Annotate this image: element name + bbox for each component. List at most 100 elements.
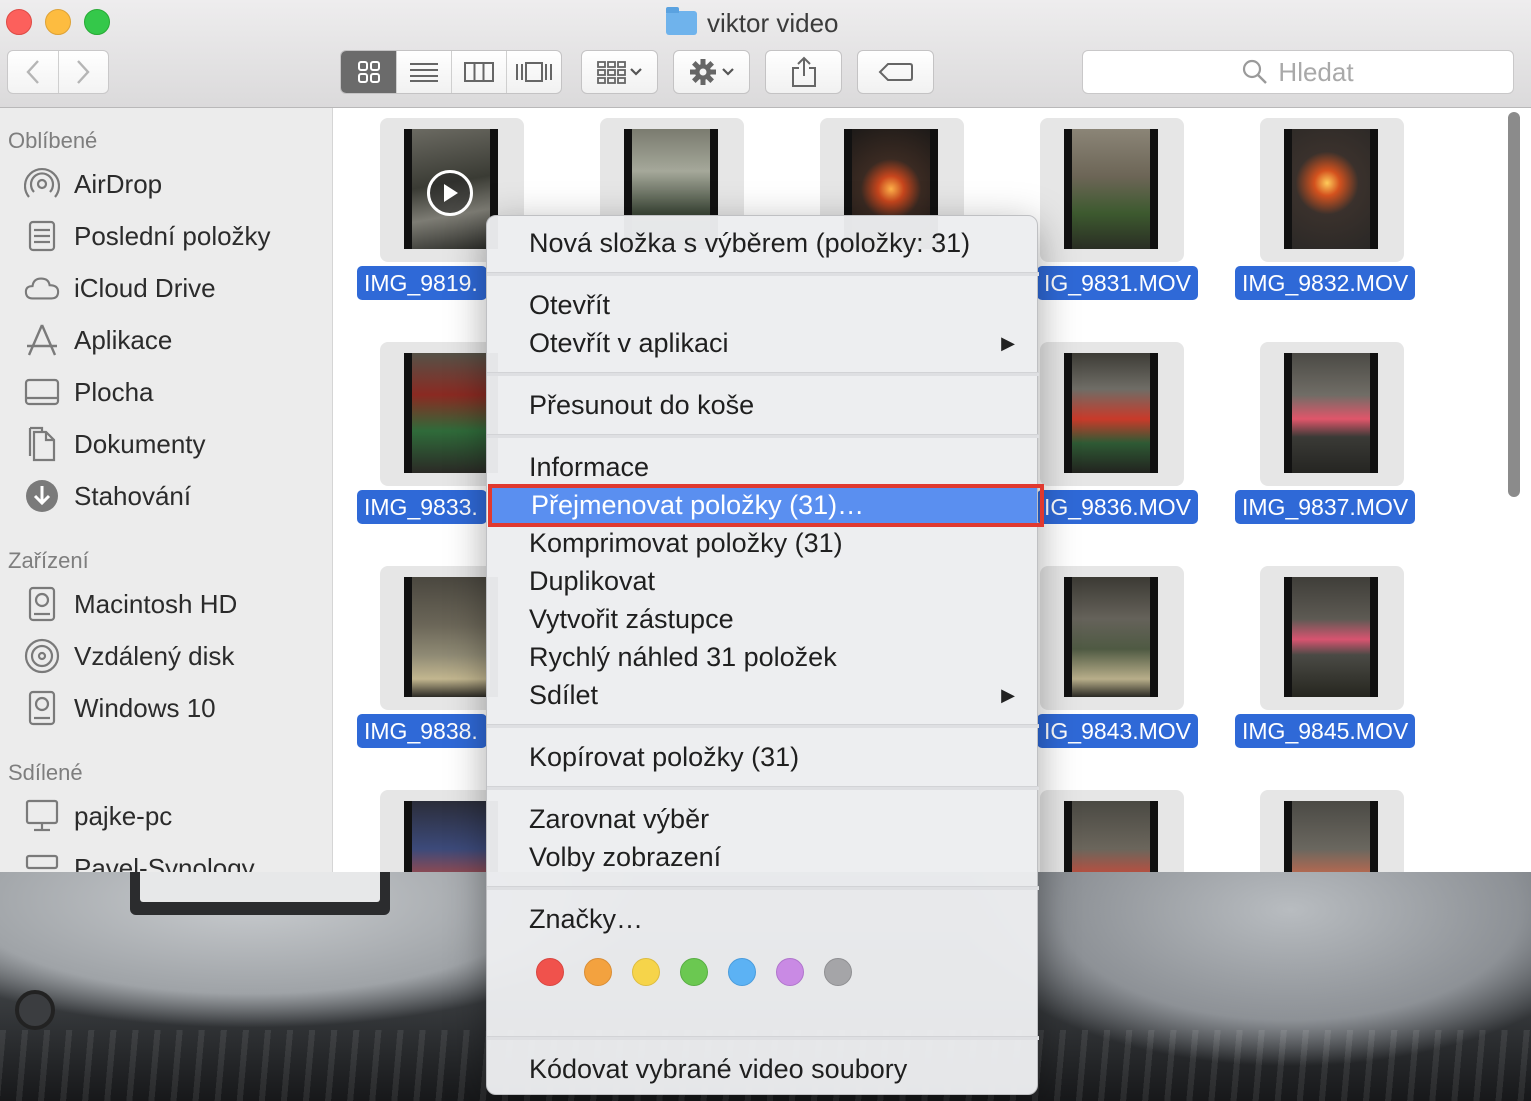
share-button[interactable] xyxy=(765,50,842,94)
file-thumbnail[interactable] xyxy=(1040,790,1184,872)
column-view-button[interactable] xyxy=(451,51,506,93)
file-name-label[interactable]: IMG_9837.MOV xyxy=(1235,490,1416,524)
menu-item-share[interactable]: Sdílet ▶ xyxy=(487,676,1039,714)
minimize-window-button[interactable] xyxy=(45,9,71,35)
view-mode-group xyxy=(340,50,562,94)
file-thumbnail[interactable] xyxy=(1260,118,1404,262)
sidebar-item-macintosh-hd[interactable]: Macintosh HD xyxy=(24,584,237,624)
file-thumbnail[interactable] xyxy=(1040,342,1184,486)
menu-item-move-to-trash[interactable]: Přesunout do koše xyxy=(487,386,1039,424)
tag-red-dot[interactable] xyxy=(536,958,564,986)
sidebar-item-applications[interactable]: Aplikace xyxy=(24,320,172,360)
sidebar-item-pajke-pc[interactable]: pajke-pc xyxy=(24,796,172,836)
share-icon xyxy=(791,56,816,87)
tag-yellow-dot[interactable] xyxy=(632,958,660,986)
chevron-left-icon xyxy=(26,60,39,84)
tag-orange-dot[interactable] xyxy=(584,958,612,986)
file-name-label[interactable]: IMG_9833. xyxy=(357,490,487,524)
search-field[interactable]: Hledat xyxy=(1082,50,1514,94)
server-icon xyxy=(24,850,60,872)
close-window-button[interactable] xyxy=(6,9,32,35)
file-name-label[interactable]: IMG_9832.MOV xyxy=(1235,266,1416,300)
cover-flow-icon xyxy=(516,62,552,82)
menu-item-compress-items[interactable]: Komprimovat položky (31) xyxy=(487,524,1039,562)
disc-icon xyxy=(24,638,60,674)
sidebar-item-documents[interactable]: Dokumenty xyxy=(24,424,206,464)
sidebar-item-airdrop[interactable]: AirDrop xyxy=(24,164,162,204)
tag-green-dot[interactable] xyxy=(680,958,708,986)
menu-separator xyxy=(487,372,1039,376)
submenu-arrow-icon: ▶ xyxy=(1001,684,1015,705)
play-icon[interactable] xyxy=(427,170,473,216)
file-thumbnail[interactable] xyxy=(1040,118,1184,262)
tags-button[interactable] xyxy=(857,50,934,94)
sidebar-item-remote-disc[interactable]: Vzdálený disk xyxy=(24,636,234,676)
sidebar-item-label: iCloud Drive xyxy=(74,272,216,303)
menu-item-get-info[interactable]: Informace xyxy=(487,448,1039,486)
folder-icon xyxy=(666,7,697,35)
airdrop-icon xyxy=(24,166,60,202)
file-name-label[interactable]: IG_9836.MOV xyxy=(1037,490,1199,524)
file-name-label[interactable]: IG_9831.MOV xyxy=(1037,266,1199,300)
tag-blue-dot[interactable] xyxy=(728,958,756,986)
menu-item-duplicate[interactable]: Duplikovat xyxy=(487,562,1039,600)
menu-item-new-folder-with-selection[interactable]: Nová složka s výběrem (položky: 31) xyxy=(487,224,1039,262)
sidebar-item-desktop[interactable]: Plocha xyxy=(24,372,154,412)
chevron-right-icon xyxy=(77,60,90,84)
cover-flow-view-button[interactable] xyxy=(506,51,561,93)
downloads-icon xyxy=(24,478,60,514)
menu-separator xyxy=(487,886,1039,890)
sidebar-item-label: Vzdálený disk xyxy=(74,640,235,671)
vertical-scrollbar[interactable] xyxy=(1508,112,1520,497)
tag-icon xyxy=(878,63,913,81)
list-view-button[interactable] xyxy=(396,51,451,93)
menu-item-clean-up-selection[interactable]: Zarovnat výběr xyxy=(487,800,1039,838)
menu-item-encode-video[interactable]: Kódovat vybrané video soubory xyxy=(487,1050,1039,1088)
hard-drive-icon xyxy=(24,586,60,622)
sidebar-item-label: AirDrop xyxy=(74,168,163,199)
menu-item-view-options[interactable]: Volby zobrazení xyxy=(487,838,1039,876)
file-name-label[interactable]: IG_9843.MOV xyxy=(1037,714,1199,748)
exhaust-pipe xyxy=(15,990,55,1030)
file-thumbnail[interactable] xyxy=(1040,566,1184,710)
icon-view-button[interactable] xyxy=(341,51,396,93)
menu-item-rename-items[interactable]: Přejmenovat položky (31)… xyxy=(489,486,1037,524)
sidebar-item-pavel-synology[interactable]: Pavel-Synology xyxy=(24,848,255,872)
sidebar-item-label: Aplikace xyxy=(74,324,173,355)
file-name-label[interactable]: IMG_9838. xyxy=(357,714,487,748)
tag-purple-dot[interactable] xyxy=(776,958,804,986)
menu-separator xyxy=(487,786,1039,790)
sidebar-item-label: Macintosh HD xyxy=(74,588,238,619)
file-name-label[interactable]: IMG_9819. xyxy=(357,266,487,300)
sidebar-item-label: pajke-pc xyxy=(74,800,173,831)
desktop-icon xyxy=(24,374,60,410)
sidebar-item-label: Poslední položky xyxy=(74,220,271,251)
zoom-window-button[interactable] xyxy=(84,9,110,35)
sidebar-header-devices: Zařízení xyxy=(8,548,89,573)
file-name-label[interactable]: IMG_9845.MOV xyxy=(1235,714,1416,748)
window-title-text: viktor video xyxy=(707,7,839,38)
sidebar-item-downloads[interactable]: Stahování xyxy=(24,476,191,516)
sidebar-item-recents[interactable]: Poslední položky xyxy=(24,216,271,256)
forward-button[interactable] xyxy=(57,51,109,93)
file-thumbnail[interactable] xyxy=(1260,566,1404,710)
menu-item-make-alias[interactable]: Vytvořit zástupce xyxy=(487,600,1039,638)
sidebar-item-windows-10[interactable]: Windows 10 xyxy=(24,688,216,728)
menu-item-open[interactable]: Otevřít xyxy=(487,286,1039,324)
recents-icon xyxy=(24,218,60,254)
menu-item-open-with[interactable]: Otevřít v aplikaci ▶ xyxy=(487,324,1039,362)
file-thumbnail[interactable] xyxy=(1260,342,1404,486)
back-forward-group xyxy=(7,50,109,94)
group-by-button[interactable] xyxy=(581,50,658,94)
action-menu-button[interactable] xyxy=(673,50,750,94)
menu-item-tags[interactable]: Značky… xyxy=(487,900,1039,938)
license-plate xyxy=(130,870,390,915)
grid-icon xyxy=(357,61,380,83)
menu-item-quick-look[interactable]: Rychlý náhled 31 položek xyxy=(487,638,1039,676)
back-button[interactable] xyxy=(8,51,58,93)
menu-item-copy-items[interactable]: Kopírovat položky (31) xyxy=(487,738,1039,776)
sidebar: Oblíbené AirDrop Poslední položky iCloud… xyxy=(0,108,333,872)
sidebar-item-icloud-drive[interactable]: iCloud Drive xyxy=(24,268,216,308)
tag-gray-dot[interactable] xyxy=(824,958,852,986)
file-thumbnail[interactable] xyxy=(1260,790,1404,872)
